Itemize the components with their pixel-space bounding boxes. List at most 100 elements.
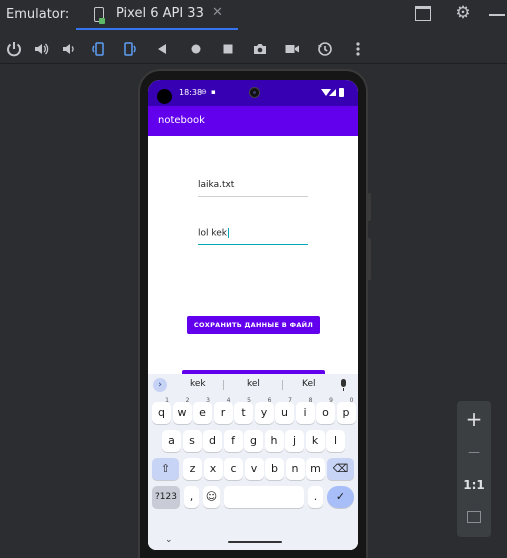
key-k-label: k	[311, 434, 319, 447]
key-r[interactable]: r4	[213, 397, 233, 424]
microphone-icon[interactable]	[341, 379, 346, 391]
screenshot-icon[interactable]	[251, 40, 269, 58]
key-i[interactable]: i8	[295, 397, 315, 424]
key-a[interactable]: a	[162, 430, 181, 452]
key-h[interactable]: h	[264, 430, 284, 452]
zoom-one-to-one-button[interactable]: 1:1	[457, 471, 491, 499]
device-icon	[94, 7, 105, 24]
rotate-right-icon[interactable]	[121, 40, 139, 58]
device-tab-title: Pixel 6 API 33	[116, 6, 204, 21]
key-d[interactable]: d	[203, 430, 222, 452]
symbols-key[interactable]: ?123	[152, 486, 180, 508]
comma-key-label: ,	[189, 490, 194, 503]
gear-icon[interactable]: ⚙	[454, 4, 472, 22]
back-icon[interactable]	[153, 40, 171, 58]
key-y-label: y	[260, 406, 268, 419]
key-p[interactable]: p0	[336, 397, 356, 424]
period-key[interactable]: .	[308, 486, 323, 508]
key-r-hint: 4	[226, 397, 231, 404]
screen-record-icon[interactable]	[283, 40, 301, 58]
overview-icon[interactable]	[219, 40, 237, 58]
key-l[interactable]: l	[326, 430, 345, 452]
hide-keyboard-icon[interactable]: ⌄	[165, 535, 173, 545]
key-q-label: q	[158, 406, 165, 419]
key-c[interactable]: c	[224, 458, 243, 480]
backspace-key[interactable]: ⌫	[327, 458, 354, 480]
key-y[interactable]: y6	[254, 397, 274, 424]
key-o-hint: 9	[329, 397, 333, 404]
signal-icon	[329, 89, 336, 96]
key-p-label: p	[342, 406, 350, 419]
key-e-label: e	[199, 406, 206, 419]
key-q[interactable]: q1	[152, 397, 171, 424]
phone-volume-button	[368, 193, 371, 221]
snapshot-icon[interactable]	[316, 40, 334, 58]
key-s[interactable]: s	[182, 430, 202, 452]
emoji-key-label: ☺	[205, 490, 218, 503]
key-v-label: v	[250, 462, 258, 475]
save-to-file-button[interactable]: СОХРАНИТЬ ДАННЫЕ В ФАЙЛ	[187, 316, 320, 334]
suggestion-2[interactable]: kel	[247, 379, 260, 389]
zoom-panel: + — 1:1	[457, 401, 491, 537]
key-f-label: f	[231, 434, 235, 447]
comma-key[interactable]: ,	[184, 486, 199, 508]
rotate-left-icon[interactable]	[89, 40, 107, 58]
key-u[interactable]: u7	[275, 397, 294, 424]
app-bar: notebook	[148, 106, 358, 136]
key-g[interactable]: g	[244, 430, 263, 452]
key-w[interactable]: w2	[172, 397, 192, 424]
key-v[interactable]: v	[244, 458, 264, 480]
device-screen[interactable]: 18:38 ⊖ ▪ notebook laika.txt lol kek СОХ…	[148, 80, 358, 550]
emulator-toolbar	[0, 32, 507, 64]
suggestion-strip: › kek kel Kel	[148, 374, 358, 396]
enter-key[interactable]: ✓	[327, 486, 354, 508]
key-x[interactable]: x	[203, 458, 223, 480]
key-j[interactable]: j	[285, 430, 304, 452]
emulator-tab-bar: Emulator: Pixel 6 API 33 ✕ ⚙	[0, 0, 507, 30]
volume-up-icon[interactable]	[32, 40, 50, 58]
key-j-label: j	[292, 434, 297, 447]
close-icon[interactable]: ✕	[212, 5, 223, 20]
status-bar: 18:38 ⊖ ▪	[148, 80, 358, 106]
device-tab[interactable]: Pixel 6 API 33 ✕	[76, 0, 238, 30]
zoom-in-button[interactable]: +	[457, 405, 491, 433]
key-k[interactable]: k	[305, 430, 325, 452]
key-a-label: a	[168, 434, 175, 447]
shift-key[interactable]: ⇧	[152, 458, 179, 480]
content-field[interactable]: lol kek	[198, 225, 308, 245]
key-t[interactable]: t5	[234, 397, 253, 424]
camera-cutout-icon	[157, 89, 172, 104]
more-icon[interactable]	[349, 40, 367, 58]
key-z[interactable]: z	[183, 458, 202, 480]
maximize-icon[interactable]	[415, 6, 431, 21]
suggestion-3[interactable]: Kel	[302, 379, 316, 389]
key-m[interactable]: m	[306, 458, 325, 480]
key-f[interactable]: f	[223, 430, 243, 452]
minimize-icon[interactable]	[489, 14, 505, 16]
key-h-label: h	[270, 434, 278, 447]
emoji-key[interactable]: ☺	[203, 486, 220, 508]
navigation-bar: ⌄	[148, 534, 358, 550]
front-camera-icon	[249, 87, 260, 98]
phone-power-button	[368, 238, 371, 280]
suggestion-1[interactable]: kek	[190, 379, 206, 389]
emulator-panel-title: Emulator:	[6, 7, 70, 22]
key-g-label: g	[250, 434, 257, 447]
space-key[interactable]	[224, 486, 304, 508]
zoom-out-button[interactable]: —	[457, 438, 491, 466]
filename-field[interactable]: laika.txt	[198, 177, 308, 197]
key-i-hint: 8	[308, 397, 313, 404]
home-icon[interactable]	[187, 40, 205, 58]
key-b[interactable]: b	[265, 458, 284, 480]
zoom-fit-icon[interactable]	[467, 511, 481, 523]
volume-down-icon[interactable]	[59, 40, 77, 58]
key-q-hint: 1	[165, 397, 169, 404]
power-icon[interactable]	[5, 40, 23, 58]
expand-toolbar-icon[interactable]: ›	[153, 378, 167, 392]
gesture-pill[interactable]	[228, 541, 282, 543]
content-value: lol kek	[198, 228, 228, 239]
key-e[interactable]: e3	[193, 397, 212, 424]
key-o[interactable]: o9	[316, 397, 335, 424]
filename-value: laika.txt	[198, 180, 235, 190]
key-n[interactable]: n	[285, 458, 305, 480]
